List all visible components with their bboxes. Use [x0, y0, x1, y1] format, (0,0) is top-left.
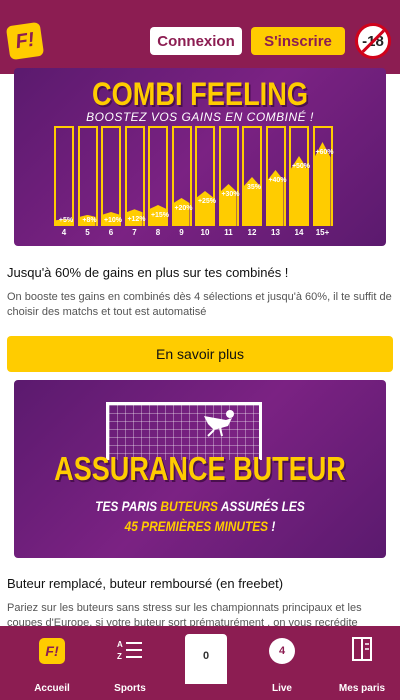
combi-bar-chart: +5% 4 +8% 5 +10% 6 +12% 7 +15% 8 +20% 9 +25% 10 +30% 11… [54, 126, 359, 237]
nav-item-my-bets[interactable]: Mes paris [330, 626, 394, 700]
combi-bar-category-label: 6 [108, 228, 114, 237]
combi-bar-value-label: +40% [268, 176, 287, 184]
top-header: F! Connexion S'inscrire -18 [0, 0, 400, 74]
nav-label-my-bets: Mes paris [338, 683, 386, 694]
learn-more-button[interactable]: En savoir plus [7, 336, 393, 372]
combi-bar-category-label: 15+ [315, 228, 330, 237]
combi-feeling-banner[interactable]: COMBI FEELING BOOSTEZ VOS GAINS EN COMBI… [14, 68, 386, 246]
combi-bar-category-label: 12 [247, 228, 257, 237]
nav-label-live: Live [271, 683, 292, 694]
assurance-buteur-banner[interactable]: ASSURANCE BUTEUR TES PARIS BUTEURS ASSUR… [14, 380, 386, 558]
combi-bar-9: +20% [171, 126, 193, 226]
login-button[interactable]: Connexion [150, 27, 242, 55]
combi-bar-value-label: +60% [315, 148, 334, 156]
nav-label-home: Accueil [34, 683, 70, 694]
live-count-badge: 4 [269, 638, 295, 664]
combi-bar-10: +25% [195, 126, 216, 226]
combi-bar-value-label: +50% [291, 162, 311, 170]
buteur-section-title: Buteur remplacé, buteur remboursé (en fr… [7, 576, 284, 591]
signup-button[interactable]: S'inscrire [251, 27, 345, 55]
nav-label-sports: Sports [114, 683, 146, 694]
combi-bar-7: +12% [124, 126, 146, 226]
combi-bar-12: 35% [242, 126, 262, 226]
brand-logo[interactable]: F! [5, 21, 45, 61]
combi-bar-category-label: 7 [132, 228, 137, 237]
buteur-line1-highlight: BUTEURS [160, 498, 218, 514]
betslip-count: 0 [202, 650, 210, 662]
combi-bar-fill-10 [197, 191, 213, 226]
combi-bar-category-label: 9 [179, 228, 184, 237]
combi-bar-8: +15% [148, 126, 169, 226]
buteur-line1-b: ASSURÉS LES [217, 498, 305, 514]
combi-bar-value-label: +25% [197, 197, 217, 205]
buteur-line2-b: ! [268, 518, 276, 534]
combi-bar-6: +10% [101, 126, 122, 226]
combi-bar-value-label: +20% [174, 204, 193, 212]
combi-section-title: Jusqu'à 60% de gains en plus sur tes com… [7, 265, 289, 280]
buteur-line1-a: TES PARIS [95, 498, 161, 514]
combi-banner-subtitle: BOOSTEZ VOS GAINS EN COMBINÉ ! [86, 110, 314, 124]
combi-bar-value-label: +30% [221, 190, 240, 198]
combi-bar-11: +30% [218, 126, 240, 226]
buteur-banner-line2: 45 PREMIÈRES MINUTES ! [42, 518, 358, 534]
sports-list-icon: A Z [117, 640, 142, 661]
combi-bar-13: +40% [265, 126, 287, 226]
home-logo-text: F! [45, 643, 59, 659]
age-restriction-badge: -18 [355, 23, 391, 59]
combi-bar-value-label: +15% [150, 211, 170, 219]
svg-text:Z: Z [117, 652, 122, 661]
combi-bar-fill-9 [173, 198, 190, 226]
buteur-line2-highlight: 45 PREMIÈRES MINUTES [124, 518, 269, 534]
age-restriction-text: -18 [362, 32, 384, 50]
buteur-banner-title: ASSURANCE BUTEUR [54, 450, 346, 487]
combi-bar-category-label: 5 [85, 228, 90, 237]
home-logo-icon: F! [39, 638, 65, 664]
combi-banner-title: COMBI FEELING [91, 76, 309, 112]
nav-item-live[interactable]: 4 Live [250, 626, 314, 700]
nav-item-home[interactable]: F! Accueil [20, 626, 84, 700]
my-bets-book-icon [352, 637, 372, 661]
combi-bar-category-label: 13 [271, 228, 280, 237]
combi-bar-value-label: 35% [246, 183, 261, 191]
combi-section-description: On booste tes gains en combinés dès 4 sé… [7, 291, 392, 318]
brand-logo-text: F! [14, 28, 36, 53]
buteur-banner-line1: TES PARIS BUTEURS ASSURÉS LES [42, 498, 358, 514]
betslip-button[interactable]: 0 [185, 634, 227, 684]
combi-bar-5: +8% [77, 126, 98, 226]
combi-bar-category-label: 11 [224, 228, 233, 237]
svg-text:A: A [117, 640, 123, 649]
combi-bar-4: +5% [54, 126, 74, 226]
combi-bar-category-label: 10 [200, 228, 210, 237]
combi-bar-category-label: 8 [155, 228, 161, 237]
combi-bar-14: +50% [289, 126, 310, 226]
combi-bar-category-label: 14 [294, 228, 304, 237]
combi-bar-category-label: 4 [61, 228, 67, 237]
nav-item-sports[interactable]: A Z Sports [98, 626, 162, 700]
combi-bar-15+: +60% [312, 126, 334, 226]
goalkeeper-icon [204, 410, 234, 437]
